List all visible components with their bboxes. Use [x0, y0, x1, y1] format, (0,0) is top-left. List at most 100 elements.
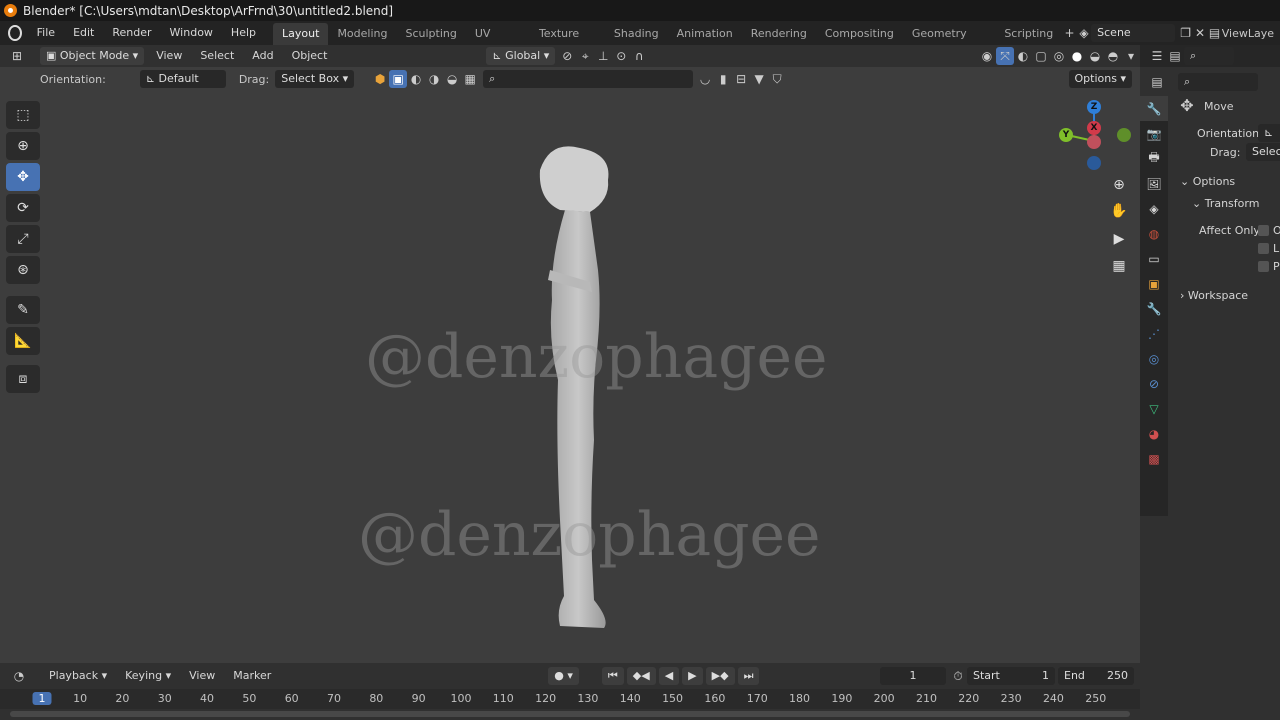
- shield-icon[interactable]: ⛉: [768, 70, 786, 88]
- outliner-editor-icon[interactable]: ☰: [1148, 47, 1166, 65]
- particles-tab-icon[interactable]: ⋰: [1140, 321, 1168, 346]
- current-frame-field[interactable]: 1: [880, 667, 946, 685]
- jump-end-button[interactable]: ⏭: [737, 667, 760, 685]
- options-section[interactable]: ⌄ Options: [1180, 175, 1280, 188]
- properties-search-input[interactable]: ⌕: [1178, 73, 1258, 91]
- tab-scripting[interactable]: Scripting: [995, 23, 1062, 45]
- mode-select[interactable]: ▣ Object Mode ▾: [40, 47, 145, 65]
- object-type-visibility-icon[interactable]: ⬢: [371, 70, 389, 88]
- play-reverse-button[interactable]: ◀: [658, 667, 680, 685]
- select-box-tool[interactable]: ⬚: [6, 101, 40, 129]
- viewport-search-input[interactable]: ⌕: [483, 70, 694, 88]
- jump-start-button[interactable]: ⏮: [601, 667, 624, 685]
- drag-select[interactable]: Select Box ▾: [275, 70, 355, 88]
- tab-uv-editing[interactable]: UV Editing: [466, 23, 530, 62]
- gizmo-neg-x-axis[interactable]: [1087, 135, 1101, 149]
- play-button[interactable]: ▶: [682, 667, 703, 685]
- add-cube-tool[interactable]: ⧈: [6, 365, 40, 393]
- affect-locations-checkbox[interactable]: L: [1258, 242, 1280, 255]
- tab-compositing[interactable]: Compositing: [816, 23, 903, 45]
- rendered-shading-icon[interactable]: ◓: [1104, 47, 1122, 65]
- remove-scene-icon[interactable]: ✕: [1193, 24, 1207, 42]
- wireframe-shading-icon[interactable]: ◎: [1050, 47, 1068, 65]
- scale-tool[interactable]: ⤢: [6, 225, 40, 253]
- scene-field[interactable]: Scene: [1091, 24, 1176, 42]
- collection-tab-icon[interactable]: ▭: [1140, 246, 1168, 271]
- gizmo-neg-y-axis[interactable]: [1117, 128, 1131, 142]
- filter-toggle-icon[interactable]: ◡: [696, 70, 714, 88]
- snap-target-icon[interactable]: ⊥: [594, 47, 612, 65]
- timeline-menu-marker[interactable]: Marker: [224, 664, 280, 688]
- tab-texture-paint[interactable]: Texture Paint: [530, 23, 605, 62]
- jump-keyframe-forward-button[interactable]: ▶◆: [705, 667, 735, 685]
- menu-file[interactable]: File: [28, 21, 64, 45]
- timeline-menu-view[interactable]: View: [180, 664, 224, 688]
- gizmo-y-axis[interactable]: Y: [1059, 128, 1073, 142]
- orientation-select[interactable]: ⊾ Default: [139, 70, 226, 88]
- view-layer-tab-icon[interactable]: 🖼: [1140, 171, 1168, 196]
- current-frame-marker[interactable]: 1: [32, 692, 52, 705]
- select-mode-intersect-icon[interactable]: ▦: [461, 70, 479, 88]
- scene-icon[interactable]: ◈: [1077, 24, 1091, 42]
- tab-modeling[interactable]: Modeling: [328, 23, 396, 45]
- viewport-menu-add[interactable]: Add: [243, 44, 282, 68]
- output-properties-tab-icon[interactable]: 🖶: [1140, 146, 1168, 171]
- physics-tab-icon[interactable]: ◎: [1140, 346, 1168, 371]
- annotate-tool[interactable]: ✎: [6, 296, 40, 324]
- funnel-icon[interactable]: ▼: [750, 70, 768, 88]
- select-mode-invert-icon[interactable]: ◒: [443, 70, 461, 88]
- blender-menu-icon[interactable]: [8, 25, 22, 41]
- menu-edit[interactable]: Edit: [64, 21, 103, 45]
- workspace-section[interactable]: › Workspace: [1180, 289, 1280, 302]
- menu-render[interactable]: Render: [103, 21, 160, 45]
- world-properties-tab-icon[interactable]: ◍: [1140, 221, 1168, 246]
- constraints-tab-icon[interactable]: ⊘: [1140, 371, 1168, 396]
- move-tool[interactable]: ✥: [6, 163, 40, 191]
- add-workspace-icon[interactable]: +: [1062, 24, 1076, 42]
- navigation-gizmo[interactable]: Z Y X: [1055, 97, 1135, 177]
- xray-icon[interactable]: ▢: [1032, 47, 1050, 65]
- solid-shading-icon[interactable]: ●: [1068, 47, 1086, 65]
- tab-layout[interactable]: Layout: [273, 23, 329, 45]
- visibility-icon[interactable]: ◉: [978, 47, 996, 65]
- gizmo-x-axis[interactable]: X: [1087, 121, 1101, 135]
- menu-help[interactable]: Help: [222, 21, 265, 45]
- shading-options-icon[interactable]: ▾: [1122, 47, 1140, 65]
- select-mode-extend-icon[interactable]: ◐: [407, 70, 425, 88]
- rotate-tool[interactable]: ⟳: [6, 194, 40, 222]
- outliner-search-input[interactable]: ⌕: [1184, 47, 1234, 65]
- camera-view-icon[interactable]: ▶: [1108, 228, 1130, 250]
- tab-rendering[interactable]: Rendering: [742, 23, 816, 45]
- view-layer-icon[interactable]: ▤: [1207, 24, 1221, 42]
- transform-orientation-select[interactable]: ⊾ Global ▾: [486, 47, 556, 65]
- falloff-icon[interactable]: ∩: [630, 47, 648, 65]
- measure-tool[interactable]: 📐: [6, 327, 40, 355]
- outliner-filter-icon[interactable]: ⊟: [732, 70, 750, 88]
- menu-window[interactable]: Window: [161, 21, 222, 45]
- gizmo-neg-z-axis[interactable]: [1087, 156, 1101, 170]
- jump-keyframe-back-button[interactable]: ◆◀: [626, 667, 656, 685]
- timeline-scrollbar[interactable]: [10, 711, 1130, 717]
- material-tab-icon[interactable]: ◕: [1140, 421, 1168, 446]
- transform-tool[interactable]: ⊛: [6, 256, 40, 284]
- end-frame-field[interactable]: End 250: [1058, 667, 1134, 685]
- affect-origins-checkbox[interactable]: O: [1258, 224, 1280, 237]
- overlay-icon[interactable]: ◐: [1014, 47, 1032, 65]
- proportional-edit-icon[interactable]: ⊙: [612, 47, 630, 65]
- tab-sculpting[interactable]: Sculpting: [396, 23, 465, 45]
- scene-properties-tab-icon[interactable]: ◈: [1140, 196, 1168, 221]
- viewport-menu-object[interactable]: Object: [283, 44, 337, 68]
- affect-parents-checkbox[interactable]: P: [1258, 260, 1280, 273]
- tool-properties-tab-icon[interactable]: 🔧: [1140, 96, 1168, 121]
- tab-geometry-nodes[interactable]: Geometry Nodes: [903, 23, 996, 62]
- timeline-menu-playback[interactable]: Playback ▾: [40, 664, 116, 688]
- select-mode-new-icon[interactable]: ▣: [389, 70, 408, 88]
- viewport-menu-select[interactable]: Select: [191, 44, 243, 68]
- new-scene-icon[interactable]: ❐: [1178, 24, 1192, 42]
- gizmo-toggle-icon[interactable]: ⤧: [996, 47, 1014, 65]
- select-mode-subtract-icon[interactable]: ◑: [425, 70, 443, 88]
- modifier-tab-icon[interactable]: 🔧: [1140, 296, 1168, 321]
- pan-hand-icon[interactable]: ✋: [1108, 200, 1130, 222]
- texture-tab-icon[interactable]: ▩: [1140, 446, 1168, 471]
- side-drag-select[interactable]: Select: [1246, 143, 1280, 161]
